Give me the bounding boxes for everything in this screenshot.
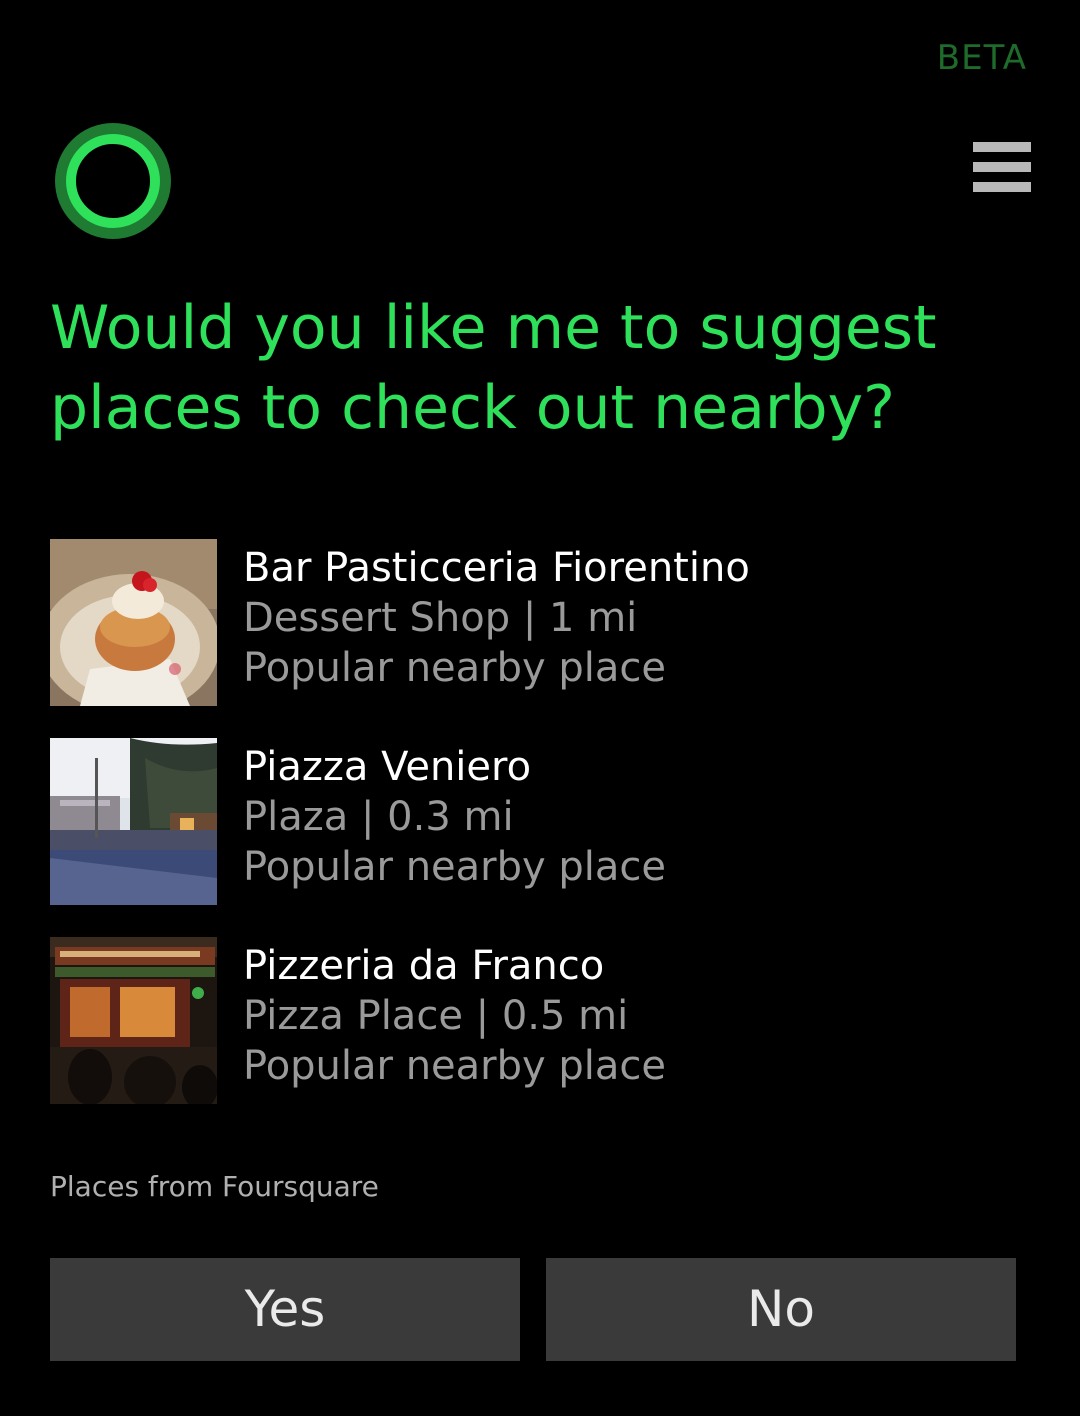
- question-prompt: Would you like me to suggest places to c…: [50, 293, 937, 443]
- places-list: Bar Pasticceria Fiorentino Dessert Shop …: [50, 539, 1040, 1136]
- place-category-distance: Plaza | 0.3 mi: [243, 794, 514, 840]
- list-item[interactable]: Piazza Veniero Plaza | 0.3 mi Popular ne…: [50, 738, 1040, 905]
- place-note: Popular nearby place: [243, 844, 667, 890]
- list-item[interactable]: Pizzeria da Franco Pizza Place | 0.5 mi …: [50, 937, 1040, 1104]
- no-button[interactable]: No: [546, 1258, 1016, 1361]
- hamburger-menu-icon[interactable]: [973, 140, 1031, 194]
- plaza-photo-thumbnail: [50, 738, 217, 905]
- yes-button[interactable]: Yes: [50, 1258, 520, 1361]
- source-attribution: Places from Foursquare: [50, 1170, 379, 1203]
- place-category-distance: Dessert Shop | 1 mi: [243, 595, 638, 641]
- pizzeria-photo-thumbnail: [50, 937, 217, 1104]
- beta-label: BETA: [936, 38, 1027, 78]
- place-name: Pizzeria da Franco: [243, 943, 605, 989]
- place-note: Popular nearby place: [243, 1043, 667, 1089]
- place-name: Bar Pasticceria Fiorentino: [243, 545, 750, 591]
- place-note: Popular nearby place: [243, 645, 667, 691]
- cortana-circle-icon: [55, 123, 171, 239]
- pastry-photo-thumbnail: [50, 539, 217, 706]
- place-category-distance: Pizza Place | 0.5 mi: [243, 993, 629, 1039]
- list-item[interactable]: Bar Pasticceria Fiorentino Dessert Shop …: [50, 539, 1040, 706]
- place-name: Piazza Veniero: [243, 744, 532, 790]
